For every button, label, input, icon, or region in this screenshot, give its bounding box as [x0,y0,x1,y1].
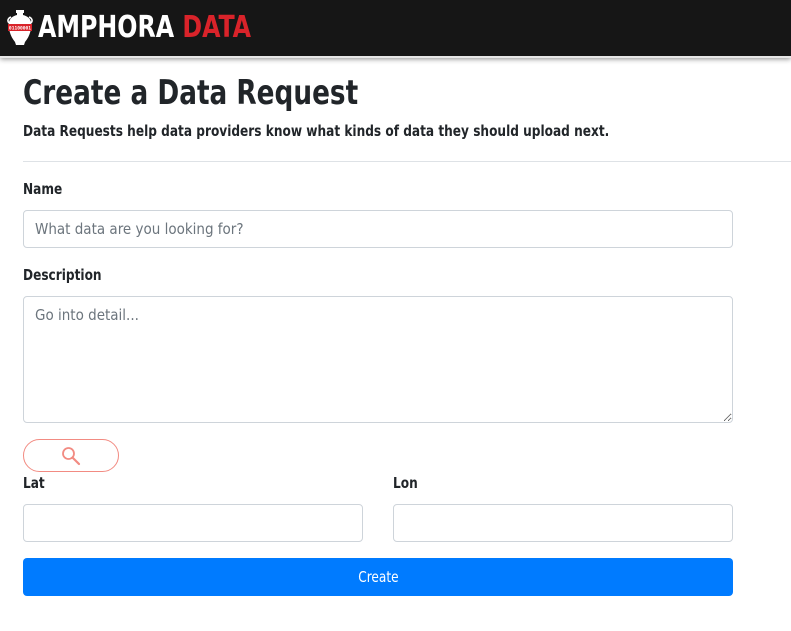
brand-home-link[interactable]: 01100001 AMPHORA DATA [7,0,280,56]
brand-name-amphora: AMPHORA [38,10,175,45]
lon-label: Lon [393,474,418,492]
create-button-label: Create [357,568,399,586]
top-navbar: 01100001 AMPHORA DATA [0,0,791,58]
brand-name-data: DATA [182,10,252,45]
description-label: Description [23,266,102,284]
location-search-button[interactable] [23,439,119,472]
page-header: Create a Data Request Data Requests help… [23,74,791,140]
page-title: Create a Data Request [23,73,359,113]
lat-input[interactable] [23,504,363,542]
description-textarea[interactable] [23,296,733,423]
header-divider [23,161,791,162]
name-input[interactable] [23,210,733,248]
brand-wordmark: AMPHORA DATA [38,13,251,43]
create-button[interactable]: Create [23,558,733,596]
logo-binary-text: 01100001 [9,26,31,32]
page-subtitle: Data Requests help data providers know w… [23,122,610,140]
amphora-logo-icon: 01100001 [7,10,33,45]
name-label: Name [23,180,63,198]
search-icon [62,446,81,465]
lon-input[interactable] [393,504,733,542]
lat-label: Lat [23,474,45,492]
